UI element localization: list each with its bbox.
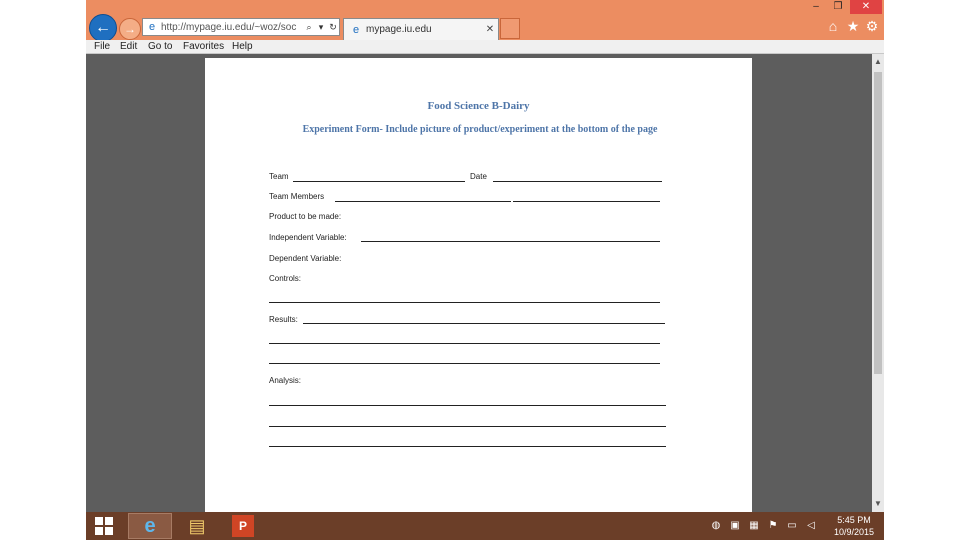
analysis-label: Analysis:	[269, 376, 302, 385]
clock-time: 5:45 PM	[837, 515, 871, 525]
browser-titlebar: ← → e http://mypage.iu.edu/~woz/soc ⌕ ▾ …	[86, 0, 884, 42]
results-line-2	[269, 343, 660, 344]
taskbar: e ▤ P ◍ ▣ ▦ ⚑ ▭ ◁ 5:45 PM 10/9/2015	[86, 512, 884, 540]
independent-variable-line	[361, 241, 660, 242]
screen: ← → e http://mypage.iu.edu/~woz/soc ⌕ ▾ …	[86, 0, 884, 540]
results-line-3	[269, 363, 660, 364]
controls-line	[269, 302, 660, 303]
display-icon[interactable]: ▦	[748, 520, 760, 532]
windows-logo-icon	[94, 516, 114, 536]
address-url[interactable]: http://mypage.iu.edu/~woz/soc	[161, 22, 303, 33]
powerpoint-icon: P	[232, 515, 254, 537]
date-line	[493, 181, 662, 182]
volume-icon[interactable]: ◁	[805, 520, 817, 532]
tab-favicon-icon: e	[352, 23, 360, 36]
tab-close-icon[interactable]: ✕	[482, 24, 498, 35]
dependent-variable-label: Dependent Variable:	[269, 254, 342, 263]
controls-label: Controls:	[269, 274, 302, 283]
results-line-1	[303, 323, 665, 324]
tab-title: mypage.iu.edu	[366, 24, 432, 35]
monitor-icon[interactable]: ▭	[786, 520, 798, 532]
back-arrow-icon: ←	[95, 19, 111, 36]
menu-help[interactable]: Help	[232, 40, 253, 53]
refresh-icon[interactable]: ↻	[327, 22, 339, 33]
close-window-button[interactable]: ✕	[850, 0, 882, 14]
analysis-line-3	[269, 446, 666, 447]
favorites-star-icon[interactable]: ★	[845, 18, 861, 34]
menu-goto[interactable]: Go to	[148, 40, 172, 53]
menu-favorites[interactable]: Favorites	[183, 40, 224, 53]
network-icon[interactable]: ◍	[710, 520, 722, 532]
system-clock[interactable]: 5:45 PM 10/9/2015	[826, 514, 882, 538]
analysis-line-2	[269, 426, 666, 427]
independent-variable-label: Independent Variable:	[269, 233, 347, 242]
forward-arrow-icon: →	[124, 22, 136, 36]
date-label: Date	[470, 172, 487, 181]
minimize-button[interactable]: –	[805, 0, 827, 14]
scroll-up-icon[interactable]: ▲	[872, 56, 884, 68]
team-members-line-1	[335, 201, 511, 202]
browser-tab[interactable]: e mypage.iu.edu ✕	[343, 18, 499, 40]
document-page: Food Science B-Dairy Experiment Form- In…	[205, 58, 752, 512]
back-button[interactable]: ←	[89, 14, 117, 42]
clock-date: 10/9/2015	[833, 527, 875, 537]
address-bar[interactable]: e http://mypage.iu.edu/~woz/soc ⌕ ▾ ↻	[142, 18, 340, 36]
dropdown-icon[interactable]: ▾	[315, 22, 327, 33]
team-members-label: Team Members	[269, 192, 325, 201]
folder-icon: ▤	[188, 515, 206, 536]
document-title: Food Science B-Dairy	[427, 100, 530, 112]
product-label: Product to be made:	[269, 212, 342, 221]
start-button[interactable]	[92, 513, 116, 539]
internet-explorer-icon: e	[144, 514, 156, 537]
home-icon[interactable]: ⌂	[825, 18, 841, 34]
vertical-scrollbar[interactable]: ▲ ▼	[872, 54, 884, 512]
app-tray-icon[interactable]: ▣	[729, 520, 741, 532]
new-tab-button[interactable]	[500, 18, 520, 39]
scrollbar-thumb[interactable]	[874, 72, 882, 374]
menu-file[interactable]: File	[94, 40, 110, 53]
analysis-line-1	[269, 405, 666, 406]
team-members-line-2	[513, 201, 660, 202]
menu-bar: File Edit Go to Favorites Help	[86, 40, 884, 54]
restore-button[interactable]: ❐	[827, 0, 849, 14]
menu-edit[interactable]: Edit	[120, 40, 137, 53]
taskbar-internet-explorer[interactable]: e	[128, 513, 172, 539]
ie-favicon-icon: e	[148, 21, 156, 33]
team-line	[293, 181, 465, 182]
gear-icon[interactable]: ⚙	[864, 18, 880, 34]
forward-button[interactable]: →	[119, 18, 141, 40]
team-label: Team	[269, 172, 289, 181]
results-label: Results:	[269, 315, 298, 324]
flag-icon[interactable]: ⚑	[767, 520, 779, 532]
document-subtitle: Experiment Form- Include picture of prod…	[302, 124, 658, 135]
scroll-down-icon[interactable]: ▼	[872, 498, 884, 510]
search-icon[interactable]: ⌕	[303, 22, 315, 33]
taskbar-powerpoint[interactable]: P	[222, 513, 264, 539]
taskbar-file-explorer[interactable]: ▤	[176, 513, 218, 539]
